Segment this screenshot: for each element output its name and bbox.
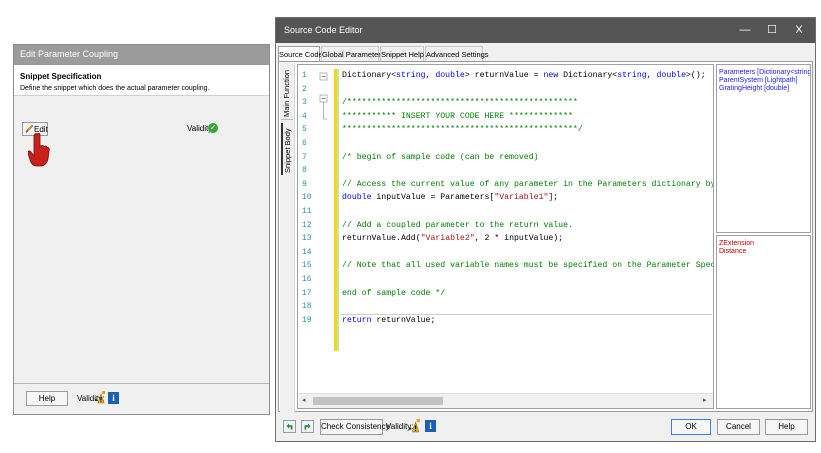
valid-check-icon: ✓	[208, 123, 218, 133]
line-number: 6	[302, 139, 307, 148]
code-line[interactable]: *********** INSERT YOUR CODE HERE ******…	[342, 112, 573, 122]
code-line[interactable]: double inputValue = Parameters["Variable…	[342, 193, 558, 203]
bottom-divider	[14, 383, 269, 384]
editor-bottom-bar: Check Consistency Validity: i OK Cancel …	[276, 414, 815, 441]
line-number: 5	[302, 125, 307, 135]
vtab-snippet-body-label: Snippet Body	[283, 128, 292, 173]
warning-icon	[409, 419, 420, 433]
line-number: 12	[302, 220, 312, 230]
code-line[interactable]: /* begin of sample code (can be removed)	[342, 153, 539, 163]
line-number: 18	[302, 302, 312, 312]
code-editor[interactable]: 1 2 3 4 5 6 7 8 9 10 11 12 13 14 15 16 17 18 19 ◂ ▸ Dictio…	[297, 64, 714, 409]
code-line[interactable]: returnValue.Add("Variable2", 2 * inputVa…	[342, 234, 563, 244]
line-number: 15	[302, 261, 312, 271]
scroll-right-icon[interactable]: ▸	[703, 396, 707, 404]
saved-lines-marker	[337, 69, 339, 351]
line-number: 8	[302, 166, 307, 176]
warning-icon	[95, 391, 105, 404]
tab-snippet-help[interactable]: Snippet Help	[380, 46, 424, 61]
cancel-button[interactable]: Cancel	[717, 419, 760, 435]
editor-titlebar: Source Code Editor — ☐ X	[276, 18, 815, 43]
tab-source-code[interactable]: Source Code	[278, 46, 323, 62]
line-number: 16	[302, 275, 312, 284]
line-number: 10	[302, 193, 312, 203]
editor-title: Source Code Editor	[284, 25, 363, 35]
vtab-main-function[interactable]: Main Function	[281, 65, 293, 120]
editor-body: Main Function Snippet Body 1 2 3 4 5 6 7 8 9 10 11…	[278, 61, 813, 413]
check-consistency-button[interactable]: Check Consistency	[320, 419, 389, 435]
minimize-button[interactable]: —	[737, 22, 753, 38]
source-code-editor-window: Source Code Editor — ☐ X Source Code Glo…	[275, 17, 816, 442]
code-line[interactable]: /***************************************…	[342, 98, 578, 108]
tab-global-parameters[interactable]: Global Parameters	[321, 46, 385, 61]
code-line[interactable]: end of sample code */	[342, 289, 445, 299]
code-line[interactable]: // Note that all used variable names mus…	[342, 261, 713, 271]
code-line[interactable]: Dictionary<string, double> returnValue =…	[342, 71, 706, 81]
dialog-titlebar: Edit Parameter Coupling	[14, 45, 269, 65]
line-number: 11	[302, 207, 312, 216]
fold-gutter	[319, 72, 328, 120]
vertical-tab-strip: Main Function Snippet Body	[280, 63, 295, 413]
line-number: 14	[302, 247, 312, 257]
parameters-list: Parameters [Dictionary<string, do Parent…	[716, 64, 811, 233]
vtab-snippet-body[interactable]: Snippet Body	[281, 123, 295, 175]
code-line[interactable]: ****************************************…	[342, 125, 583, 135]
code-line[interactable]: // Access the current value of any param…	[342, 180, 713, 190]
parameter-item[interactable]: GratingHeight [double]	[719, 84, 789, 93]
maximize-button[interactable]: ☐	[764, 22, 780, 38]
help-button[interactable]: Help	[26, 391, 68, 406]
output-parameters-list: ZExtension Distance	[716, 235, 811, 409]
snippet-specification-panel: Snippet Specification Define the snippet…	[14, 65, 269, 96]
edit-parameter-coupling-dialog: Edit Parameter Coupling Snippet Specific…	[13, 44, 270, 415]
line-number: 9	[302, 179, 307, 189]
undo-icon[interactable]	[283, 420, 296, 433]
redo-icon[interactable]	[301, 420, 314, 433]
line-number: 4	[302, 111, 307, 121]
snippet-description: Define the snippet which does the actual…	[20, 85, 210, 92]
close-button[interactable]: X	[791, 22, 807, 38]
info-icon[interactable]: i	[425, 420, 436, 432]
code-line[interactable]: return returnValue;	[342, 316, 435, 326]
code-line[interactable]: // Add a coupled parameter to the return…	[342, 221, 573, 231]
vtab-main-function-label: Main Function	[282, 69, 291, 117]
line-number: 19	[302, 315, 312, 325]
line-number: 2	[302, 84, 307, 94]
help-button[interactable]: Help	[765, 419, 808, 435]
ok-button[interactable]: OK	[671, 419, 711, 435]
current-line-marker	[340, 313, 712, 315]
line-number: 7	[302, 152, 307, 162]
snippet-specification-heading: Snippet Specification	[20, 72, 102, 81]
output-item[interactable]: Distance	[719, 247, 746, 256]
dialog-title: Edit Parameter Coupling	[20, 49, 119, 59]
scroll-left-icon[interactable]: ◂	[302, 396, 306, 404]
info-icon[interactable]: i	[108, 392, 119, 404]
horizontal-scrollbar[interactable]: ◂ ▸	[299, 393, 713, 408]
line-number: 1	[302, 71, 307, 80]
line-number: 13	[302, 234, 312, 244]
scrollbar-thumb[interactable]	[313, 397, 443, 405]
line-number: 3	[302, 98, 307, 108]
tab-advanced-settings[interactable]: Advanced Settings	[425, 46, 489, 61]
pointing-hand-icon	[28, 133, 50, 167]
line-number: 17	[302, 288, 312, 298]
